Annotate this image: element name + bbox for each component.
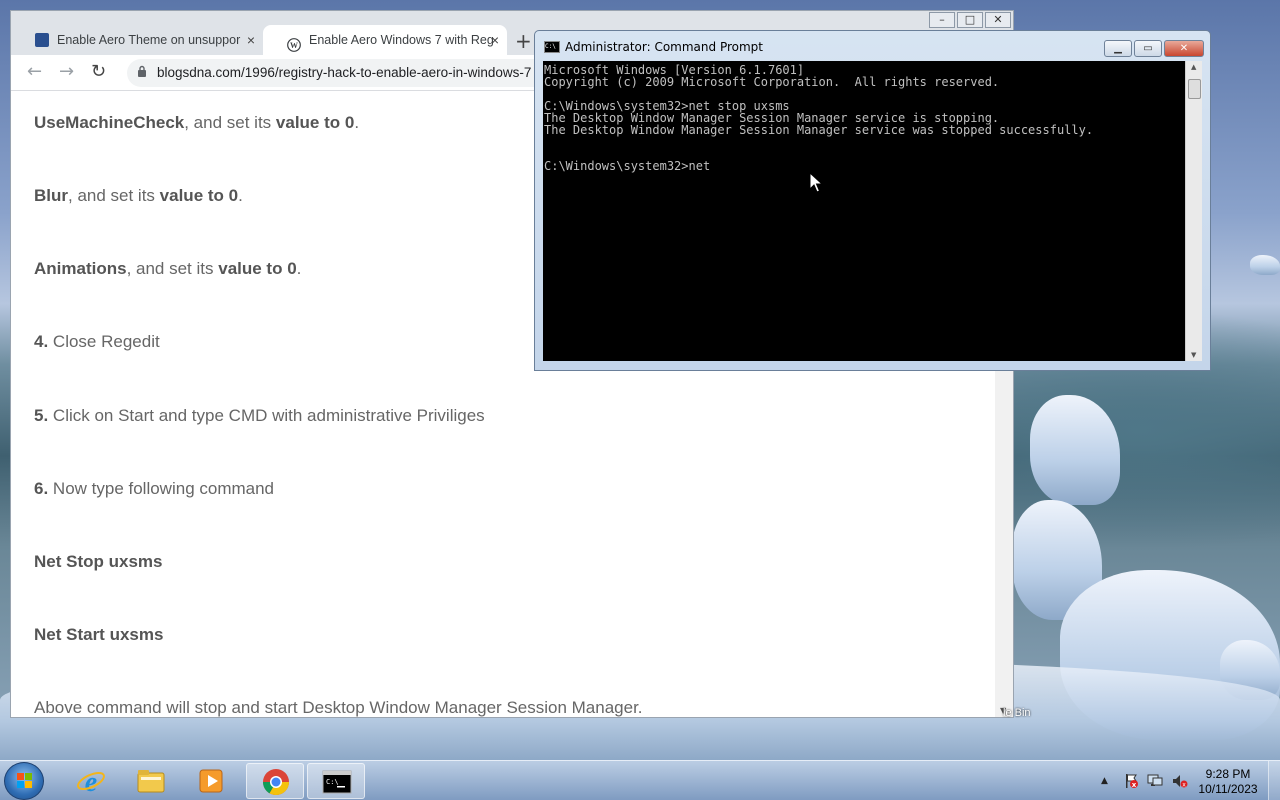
recycle-bin-label[interactable]: le Bin	[1003, 707, 1031, 719]
tab-close-icon[interactable]: ×	[247, 25, 255, 55]
wordpress-icon: W	[287, 33, 301, 52]
taskbar-file-explorer[interactable]	[122, 763, 180, 799]
site-favicon-icon	[35, 33, 49, 47]
tab-aero-theme[interactable]: Enable Aero Theme on unsuppor ×	[11, 25, 263, 55]
step-4: 4. Close Regedit	[34, 332, 160, 351]
media-player-icon	[199, 769, 223, 793]
taskbar-internet-explorer[interactable]: e	[62, 763, 120, 799]
tab-aero-registry[interactable]: W Enable Aero Windows 7 with Reg ×	[263, 25, 507, 55]
scroll-down-arrow-icon[interactable]: ▼	[1191, 351, 1196, 359]
taskbar: e C:\ ▲ x x 9:28 PM 10/11/2023	[0, 760, 1280, 800]
console-line: The Desktop Window Manager Session Manag…	[544, 123, 1094, 137]
system-clock[interactable]: 9:28 PM 10/11/2023	[1196, 767, 1260, 797]
command-prompt-icon: C:\	[322, 770, 352, 794]
show-hidden-icons-arrow[interactable]: ▲	[1101, 776, 1108, 786]
console-line: C:\Windows\system32>net	[544, 159, 711, 173]
taskbar-chrome[interactable]	[246, 763, 304, 799]
command-prompt-icon: C:\	[544, 41, 560, 53]
back-button[interactable]: ←	[27, 61, 42, 82]
address-bar-url: blogsdna.com/1996/registry-hack-to-enabl…	[157, 65, 532, 80]
network-icon[interactable]	[1147, 773, 1163, 793]
action-center-flag-icon[interactable]: x	[1123, 773, 1139, 793]
ice-rock	[1250, 255, 1280, 275]
console-line: Copyright (c) 2009 Microsoft Corporation…	[544, 75, 1000, 89]
svg-text:W: W	[290, 41, 298, 50]
command-prompt-window: C:\ Administrator: Command Prompt ▁ ▭ ✕ …	[534, 30, 1211, 371]
scrollbar-thumb[interactable]	[1188, 79, 1201, 99]
step-5: 5. Click on Start and type CMD with admi…	[34, 406, 485, 425]
taskbar-media-player[interactable]	[182, 763, 240, 799]
cmd-close-button[interactable]: ✕	[1164, 40, 1204, 57]
start-button[interactable]	[4, 762, 44, 800]
taskbar-command-prompt[interactable]: C:\	[307, 763, 365, 799]
cmd-maximize-button[interactable]: ▭	[1134, 40, 1162, 57]
volume-muted-icon[interactable]: x	[1172, 773, 1188, 793]
reload-button[interactable]: ↻	[91, 61, 106, 82]
clock-time: 9:28 PM	[1205, 767, 1251, 781]
chrome-icon	[262, 769, 290, 796]
show-desktop-button[interactable]	[1268, 761, 1280, 800]
clock-date: 10/11/2023	[1198, 782, 1258, 796]
command-net-start: Net Start uxsms	[34, 625, 164, 644]
tab-label: Enable Aero Windows 7 with Reg	[309, 33, 494, 47]
command-net-stop: Net Stop uxsms	[34, 552, 163, 571]
forward-button[interactable]: →	[59, 61, 74, 82]
cmd-minimize-button[interactable]: ▁	[1104, 40, 1132, 57]
tab-label: Enable Aero Theme on unsuppor	[57, 33, 241, 47]
window-title: Administrator: Command Prompt	[565, 40, 763, 54]
console-scrollbar[interactable]: ▲ ▼	[1185, 61, 1202, 361]
svg-text:C:\: C:\	[326, 778, 339, 786]
instruction-animations: Animations, and set its value to 0.	[34, 259, 302, 278]
internet-explorer-icon: e	[77, 767, 105, 796]
step-6: 6. Now type following command	[34, 479, 275, 498]
instruction-blur: Blur, and set its value to 0.	[34, 186, 243, 205]
scroll-up-arrow-icon[interactable]: ▲	[1191, 63, 1196, 71]
tab-close-icon[interactable]: ×	[491, 25, 499, 55]
instruction-usemachinecheck: UseMachineCheck, and set its value to 0.	[34, 113, 360, 132]
lock-icon	[137, 65, 147, 81]
console-output[interactable]: Microsoft Windows [Version 6.1.7601] Copy…	[543, 61, 1185, 361]
new-tab-button[interactable]: +	[515, 29, 532, 53]
windows-logo-icon	[17, 773, 32, 788]
svg-text:x: x	[1132, 781, 1137, 789]
file-explorer-icon	[137, 770, 165, 793]
svg-text:x: x	[1182, 782, 1186, 789]
ice-rock	[1030, 395, 1120, 505]
command-explanation: Above command will stop and start Deskto…	[34, 698, 643, 717]
svg-text:e: e	[85, 767, 97, 796]
